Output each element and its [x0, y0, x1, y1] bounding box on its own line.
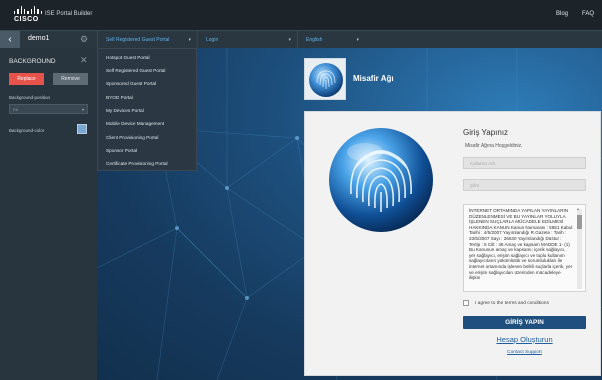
bg-position-select[interactable]: Fill ▾: [9, 104, 88, 114]
login-card: Giriş Yapınız Misafir Ağına Hoşgeldiniz.…: [304, 111, 601, 376]
username-field[interactable]: Kullanıcı Adı: [463, 157, 586, 169]
remove-button[interactable]: Remove: [53, 73, 88, 85]
language-select[interactable]: English ▾: [297, 31, 365, 49]
site-name: demo1: [28, 35, 50, 42]
back-button[interactable]: ‹: [0, 31, 20, 49]
aup-text: İNTERNET ORTAMINDA YAPILAN YAYINLARIN DÜ…: [469, 208, 573, 281]
language-select-value: English: [306, 37, 323, 43]
menu-item-certificate-provisioning[interactable]: Certificate Provisioning Portal: [106, 161, 168, 166]
gear-icon[interactable]: ⚙: [80, 34, 88, 45]
scroll-up-icon[interactable]: ▴: [577, 206, 579, 211]
menu-item-self-registered[interactable]: Self Registered Guest Portal: [106, 68, 165, 73]
close-icon[interactable]: ✕: [80, 55, 88, 66]
aup-scrollbar[interactable]: ▴: [577, 206, 582, 289]
replace-button[interactable]: Replace: [9, 73, 44, 85]
login-title: Giriş Yapınız: [463, 128, 509, 137]
agree-checkbox[interactable]: [463, 300, 469, 306]
fingerprint-icon: [309, 63, 343, 97]
portal-logo: [304, 58, 346, 100]
contact-support-link[interactable]: Contact Support: [463, 350, 586, 355]
scroll-thumb[interactable]: [577, 215, 582, 229]
cisco-logo: CISCO: [14, 6, 42, 24]
agree-label: I agree to the terms and conditions: [475, 301, 549, 306]
password-field[interactable]: Şifre: [463, 179, 586, 191]
bg-position-label: Background-position: [9, 95, 51, 100]
login-subtitle: Misafir Ağına Hoşgeldiniz.: [465, 143, 523, 149]
portal-dropdown-menu: Hotspot Guest Portal Self Registered Gue…: [97, 48, 197, 171]
caret-down-icon: ▾: [356, 37, 359, 43]
chevron-left-icon: ‹: [8, 34, 12, 45]
caret-down-icon: ▾: [288, 37, 291, 43]
menu-item-byod[interactable]: BYOD Portal: [106, 95, 133, 100]
portal-select-value: Self Registered Guest Portal: [106, 37, 170, 43]
bg-color-swatch[interactable]: [77, 124, 87, 134]
caret-down-icon: ▾: [188, 37, 191, 43]
app-title: ISE Portal Builder: [45, 11, 93, 17]
menu-item-client-provisioning[interactable]: Client Provisioning Portal: [106, 135, 158, 140]
toolbar: ‹ demo1 ⚙ Self Registered Guest Portal ▾…: [0, 30, 602, 49]
fingerprint-globe-image: [329, 128, 433, 232]
background-panel: BACKGROUND ✕ Replace Remove Background-p…: [0, 48, 97, 380]
panel-title: BACKGROUND: [9, 58, 56, 65]
bg-color-label: Background-color: [9, 128, 45, 133]
portal-select[interactable]: Self Registered Guest Portal ▾: [97, 31, 197, 49]
menu-item-sponsored[interactable]: Sponsored Guest Portal: [106, 81, 156, 86]
top-bar: CISCO ISE Portal Builder Blog FAQ: [0, 0, 602, 30]
page-select-value: Login: [206, 37, 219, 43]
create-account-link[interactable]: Hesap Oluşturun: [463, 335, 586, 344]
faq-link[interactable]: FAQ: [582, 11, 594, 17]
caret-down-icon: ▾: [81, 107, 84, 112]
signin-button[interactable]: GİRİŞ YAPIN: [463, 316, 586, 329]
aup-textbox[interactable]: İNTERNET ORTAMINDA YAPILAN YAYINLARIN DÜ…: [463, 204, 586, 292]
page-select[interactable]: Login ▾: [197, 31, 297, 49]
bg-position-value: Fill: [13, 107, 19, 112]
blog-link[interactable]: Blog: [556, 11, 568, 17]
menu-item-mdm[interactable]: Mobile Device Management: [106, 121, 164, 126]
menu-item-my-devices[interactable]: My Devices Portal: [106, 108, 144, 113]
menu-item-hotspot[interactable]: Hotspot Guest Portal: [106, 55, 150, 60]
banner-title: Misafir Ağı: [353, 74, 394, 83]
menu-item-sponsor[interactable]: Sponsor Portal: [106, 148, 137, 153]
